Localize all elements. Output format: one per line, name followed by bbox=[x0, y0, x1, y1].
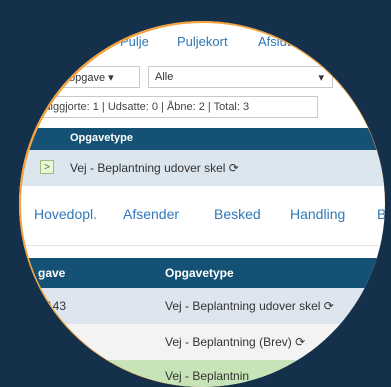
magnifier-view: Pulje Puljekort Afslutte pret opgave ▾ A… bbox=[19, 21, 385, 387]
tab-bi[interactable]: Bi bbox=[377, 206, 385, 222]
status-text: ærdiggjorte: 1 | Udsatte: 0 | Åbne: 2 | … bbox=[31, 101, 250, 113]
zoomed-content: Pulje Puljekort Afslutte pret opgave ▾ A… bbox=[19, 21, 385, 387]
create-task-label: pret opgave ▾ bbox=[47, 72, 114, 84]
tab-handling[interactable]: Handling bbox=[290, 206, 345, 222]
row-type: Vej - Beplantning udover skel ⟳ bbox=[165, 299, 334, 313]
task-status-summary: ærdiggjorte: 1 | Udsatte: 0 | Åbne: 2 | … bbox=[19, 96, 318, 118]
table1-row-type: Vej - Beplantning udover skel ⟳ bbox=[70, 161, 239, 175]
nav-tab-pulje[interactable]: Pulje bbox=[120, 34, 149, 49]
filter-value: Alle bbox=[155, 71, 174, 83]
table-row[interactable]: Vej - Beplantnin bbox=[19, 360, 385, 387]
tab-afsender[interactable]: Afsender bbox=[123, 206, 179, 222]
secondary-select[interactable] bbox=[341, 66, 385, 88]
create-task-dropdown[interactable]: pret opgave ▾ bbox=[40, 66, 140, 88]
filter-select[interactable]: Alle ▾ bbox=[148, 66, 333, 88]
nav-tab-puljekort[interactable]: Puljekort bbox=[177, 34, 228, 49]
divider bbox=[19, 245, 385, 246]
tab-hovedopl[interactable]: Hovedopl. bbox=[34, 206, 97, 222]
table1-header: Opgavetype bbox=[19, 128, 385, 150]
nav-tab-afslutte[interactable]: Afslutte bbox=[258, 34, 301, 49]
expand-row-button[interactable]: > bbox=[40, 160, 54, 174]
table-row[interactable]: Vej - Beplantning (Brev) ⟳ bbox=[19, 324, 385, 360]
tab-besked[interactable]: Besked bbox=[214, 206, 261, 222]
table2-header: gave Opgavetype bbox=[19, 258, 385, 288]
table2-header-opgavetype: Opgavetype bbox=[165, 266, 234, 280]
refresh-icon[interactable]: ⟳ bbox=[324, 299, 334, 313]
chevron-down-icon: ▾ bbox=[318, 72, 324, 84]
refresh-icon[interactable]: ⟳ bbox=[295, 335, 305, 349]
table-row[interactable]: 143 Vej - Beplantning udover skel ⟳ bbox=[19, 288, 385, 324]
table2-header-opgave: gave bbox=[38, 266, 66, 280]
row-id: 143 bbox=[46, 299, 67, 313]
refresh-icon[interactable]: ⟳ bbox=[229, 161, 239, 175]
table1-header-opgavetype: Opgavetype bbox=[70, 132, 133, 144]
row-type: Vej - Beplantning (Brev) ⟳ bbox=[165, 335, 306, 349]
row-type: Vej - Beplantnin bbox=[165, 369, 250, 383]
